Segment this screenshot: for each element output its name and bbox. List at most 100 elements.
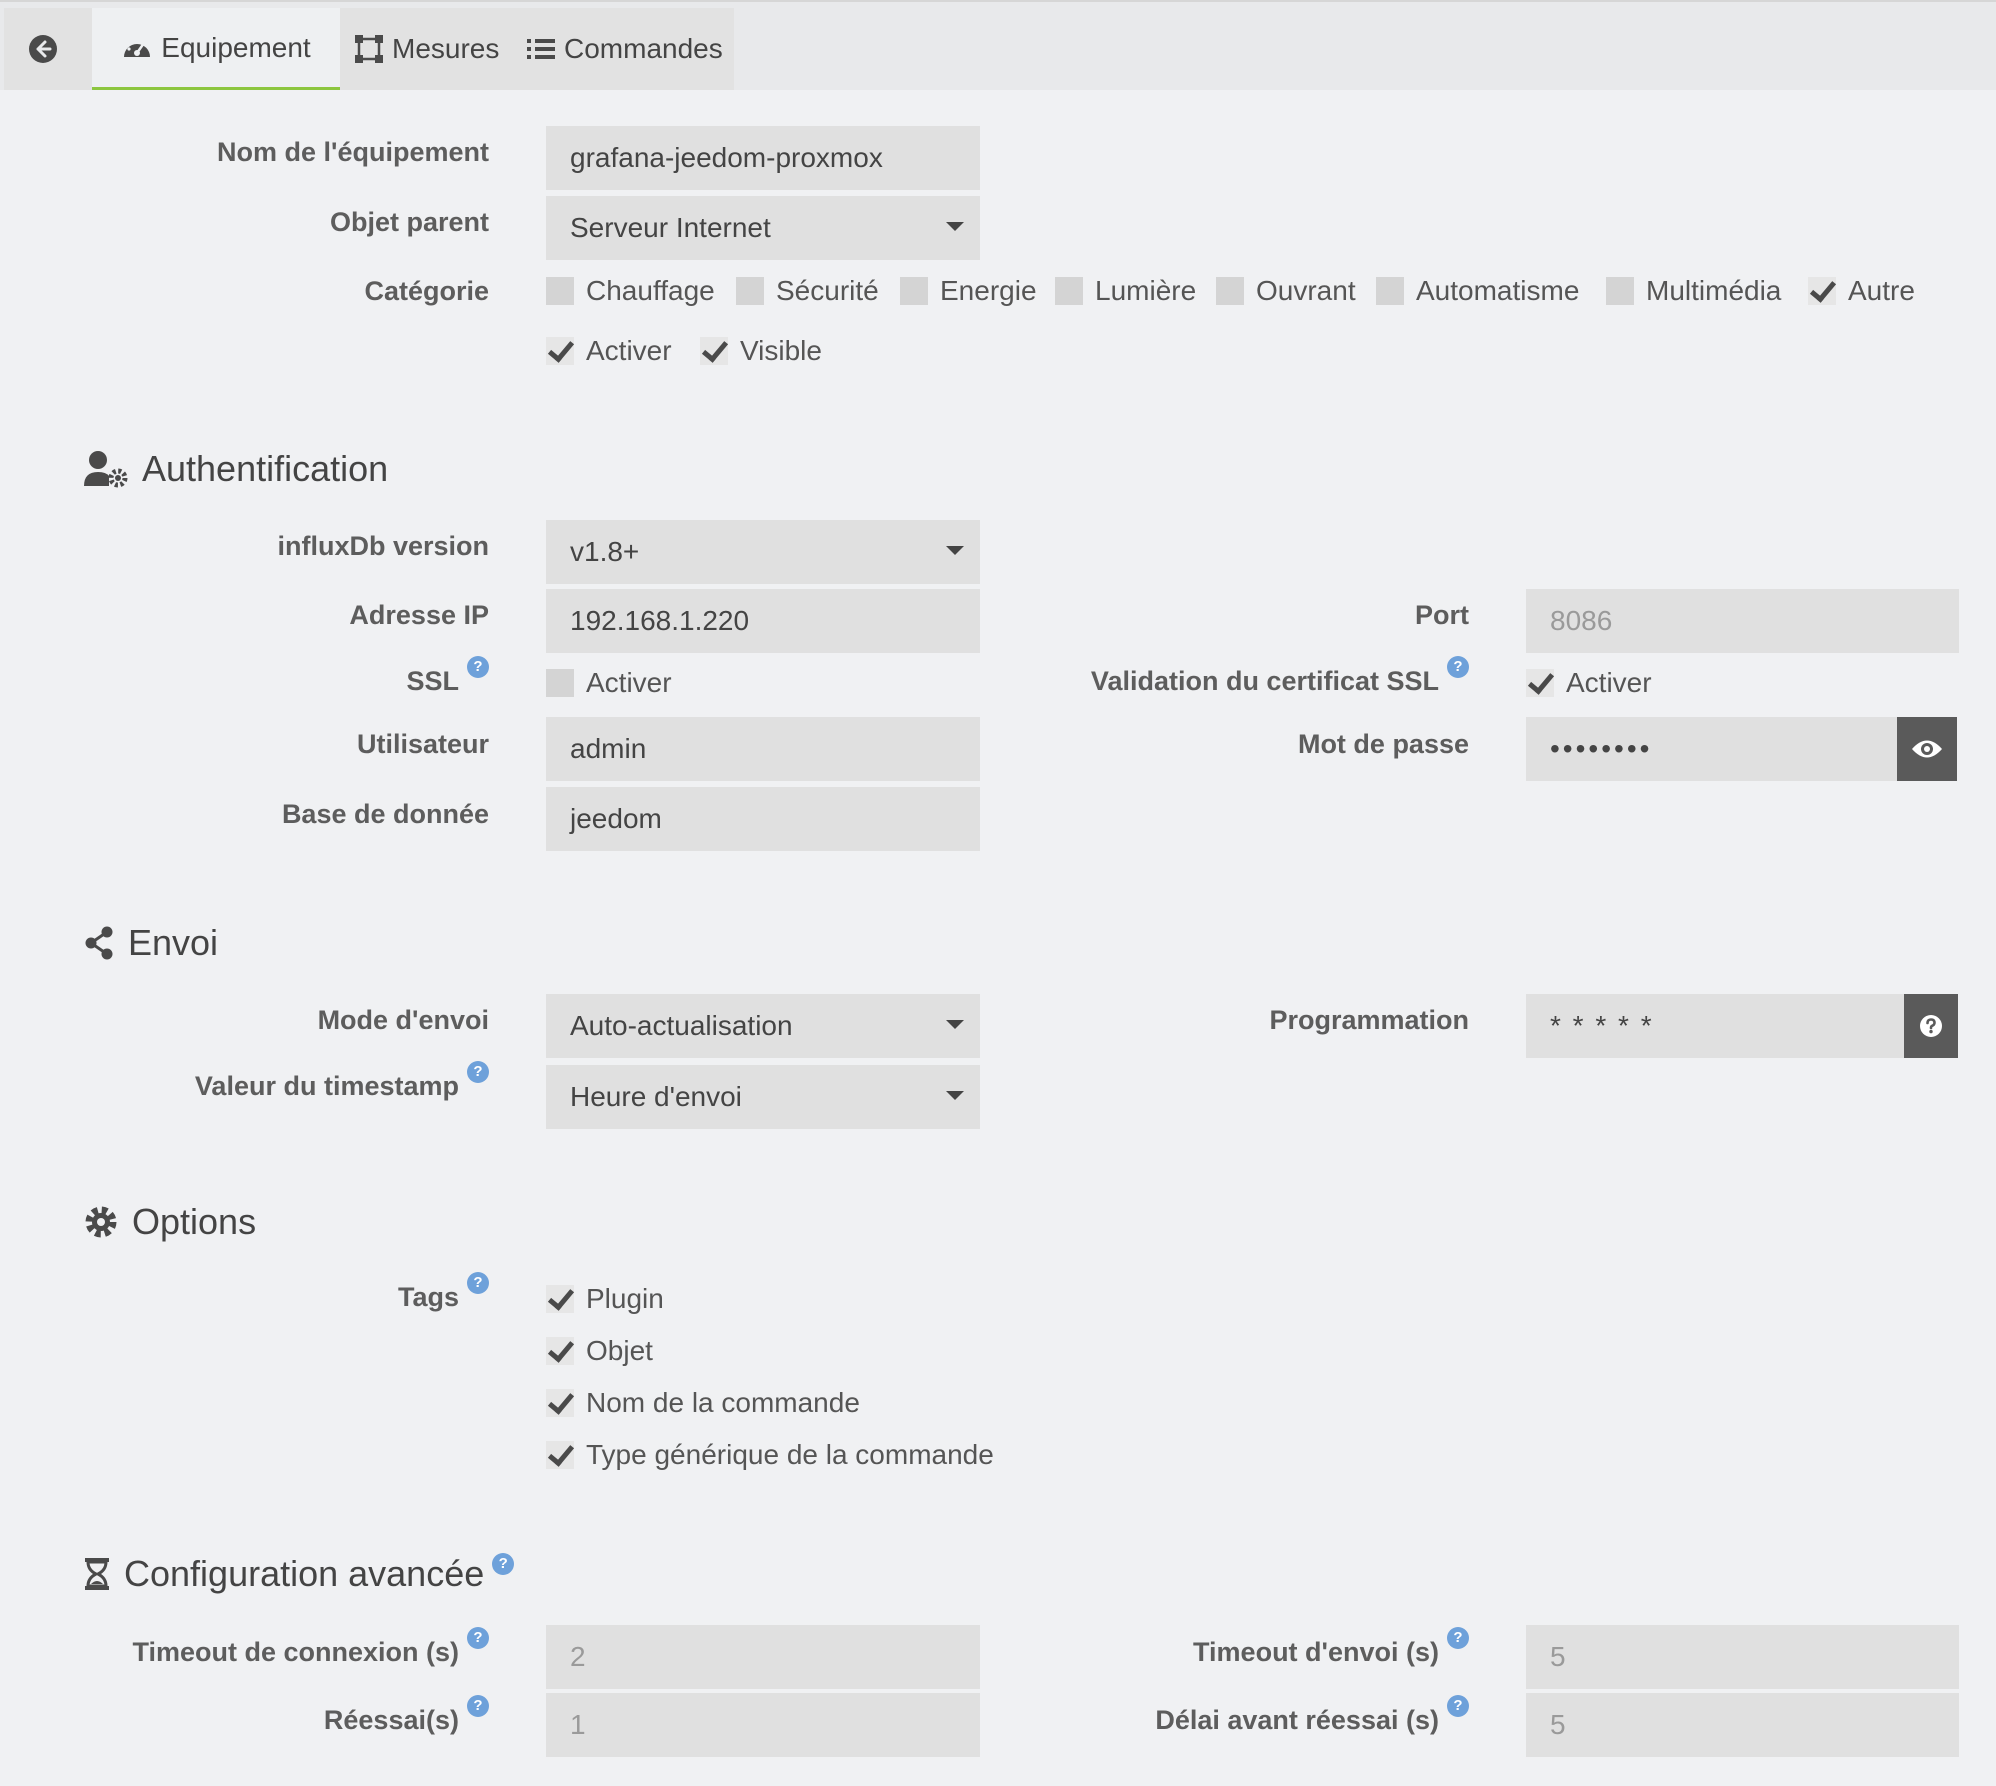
show-password-button[interactable] (1897, 717, 1957, 781)
category-autre-checkbox[interactable]: Autre (1808, 275, 1915, 307)
timeout-connection-value: 2 (570, 1641, 586, 1672)
category-securite-checkbox[interactable]: Sécurité (736, 275, 879, 307)
timeout-send-label: Timeout d'envoi (s) (1193, 1637, 1439, 1667)
timeout-send-value: 5 (1550, 1641, 1566, 1672)
ssl-activer-label: Activer (586, 667, 672, 698)
ssl-activer-checkbox[interactable]: Activer (546, 667, 672, 699)
section-authentification: Authentification (84, 448, 388, 490)
retry-input[interactable]: 1 (546, 1693, 980, 1757)
ssl-cert-activer-checkbox[interactable]: Activer (1526, 667, 1652, 699)
influxdb-version-select[interactable]: v1.8+ (546, 520, 980, 584)
category-ouvrant-checkbox[interactable]: Ouvrant (1216, 275, 1356, 307)
checkbox-box (546, 669, 574, 697)
category-multimedia-label: Multimédia (1646, 275, 1782, 306)
send-mode-select[interactable]: Auto-actualisation (546, 994, 980, 1058)
checkbox-box (1055, 277, 1083, 305)
question-circle-icon (1920, 1015, 1942, 1037)
hourglass-icon (85, 1558, 109, 1590)
retry-label: Réessai(s) (323, 1705, 459, 1735)
checkbox-box (1376, 277, 1404, 305)
help-icon[interactable]: ? (1447, 656, 1469, 678)
cog-icon (85, 1206, 117, 1238)
ip-address-input[interactable]: 192.168.1.220 (546, 589, 980, 653)
caret-down-icon (946, 222, 964, 231)
tab-equipement-label: Equipement (161, 31, 311, 63)
tab-commandes-label: Commandes (564, 33, 723, 64)
ssl-label: SSL (406, 666, 459, 696)
help-icon[interactable]: ? (1447, 1695, 1469, 1717)
back-button[interactable] (4, 8, 90, 90)
tag-objet-checkbox[interactable]: Objet (546, 1335, 653, 1367)
help-icon[interactable]: ? (467, 1627, 489, 1649)
tag-plugin-checkbox[interactable]: Plugin (546, 1283, 664, 1315)
share-alt-icon (85, 926, 113, 960)
retry-delay-input[interactable]: 5 (1526, 1693, 1959, 1757)
retry-value: 1 (570, 1709, 586, 1740)
port-label: Port (1415, 600, 1469, 630)
programmation-help-button[interactable] (1904, 994, 1958, 1058)
influxdb-version-label: influxDb version (277, 531, 489, 561)
section-options-title: Options (132, 1201, 257, 1242)
parent-object-select[interactable]: Serveur Internet (546, 196, 980, 260)
tag-objet-label: Objet (586, 1335, 653, 1366)
parent-object-value: Serveur Internet (570, 212, 771, 243)
checkbox-box-checked (546, 1389, 574, 1417)
category-multimedia-checkbox[interactable]: Multimédia (1606, 275, 1781, 307)
category-lumiere-label: Lumière (1095, 275, 1197, 306)
timeout-send-input[interactable]: 5 (1526, 1625, 1959, 1689)
port-value: 8086 (1550, 605, 1613, 636)
timestamp-select[interactable]: Heure d'envoi (546, 1065, 980, 1129)
ssl-label-group: SSL? (406, 656, 489, 697)
checkbox-box (1216, 277, 1244, 305)
category-automatisme-checkbox[interactable]: Automatisme (1376, 275, 1579, 307)
database-label: Base de donnée (281, 799, 489, 829)
section-advanced: Configuration avancée ? (84, 1553, 515, 1595)
programmation-input[interactable]: * * * * * (1526, 994, 1904, 1058)
category-lumiere-checkbox[interactable]: Lumière (1055, 275, 1196, 307)
retry-delay-label: Délai avant réessai (s) (1155, 1705, 1439, 1735)
help-icon[interactable]: ? (467, 656, 489, 678)
equipment-name-input[interactable]: grafana-jeedom-proxmox (546, 126, 980, 190)
help-icon[interactable]: ? (467, 1272, 489, 1294)
timestamp-value: Heure d'envoi (570, 1081, 742, 1112)
timeout-connection-label-group: Timeout de connexion (s)? (132, 1627, 489, 1668)
timeout-connection-input[interactable]: 2 (546, 1625, 980, 1689)
database-value: jeedom (570, 803, 662, 834)
category-securite-label: Sécurité (776, 275, 879, 306)
user-input[interactable]: admin (546, 717, 980, 781)
category-energie-label: Energie (940, 275, 1037, 306)
activer-checkbox[interactable]: Activer (546, 335, 672, 367)
influxdb-version-value: v1.8+ (570, 536, 640, 567)
activer-label: Activer (586, 335, 672, 366)
ip-address-value: 192.168.1.220 (570, 605, 750, 636)
programmation-value: * * * * * (1550, 1010, 1654, 1041)
port-input[interactable]: 8086 (1526, 589, 1959, 653)
tag-command-name-checkbox[interactable]: Nom de la commande (546, 1387, 860, 1419)
user-cog-icon (84, 451, 128, 488)
help-icon[interactable]: ? (467, 1061, 489, 1083)
equipment-name-label: Nom de l'équipement (217, 137, 489, 167)
tags-label-group: Tags? (398, 1272, 489, 1313)
tab-mesures[interactable]: Mesures (352, 8, 512, 90)
visible-checkbox[interactable]: Visible (700, 335, 822, 367)
category-autre-label: Autre (1848, 275, 1915, 306)
password-input[interactable]: •••••••• (1526, 717, 1897, 781)
checkbox-box (900, 277, 928, 305)
category-energie-checkbox[interactable]: Energie (900, 275, 1037, 307)
tab-bar: Equipement Mesures Commandes (0, 0, 1996, 90)
checkbox-box-checked (546, 1337, 574, 1365)
help-icon[interactable]: ? (467, 1695, 489, 1717)
ip-address-label: Adresse IP (349, 600, 489, 630)
timeout-send-label-group: Timeout d'envoi (s)? (1193, 1627, 1469, 1668)
category-chauffage-checkbox[interactable]: Chauffage (546, 275, 715, 307)
category-label: Catégorie (364, 276, 489, 306)
tab-commandes[interactable]: Commandes (524, 8, 734, 90)
user-value: admin (570, 733, 647, 764)
tab-equipement[interactable]: Equipement (92, 8, 340, 90)
password-value: •••••••• (1550, 733, 1653, 764)
database-input[interactable]: jeedom (546, 787, 980, 851)
tag-generic-type-checkbox[interactable]: Type générique de la commande (546, 1439, 994, 1471)
help-icon[interactable]: ? (492, 1553, 515, 1575)
timestamp-label-group: Valeur du timestamp? (195, 1061, 489, 1102)
help-icon[interactable]: ? (1447, 1627, 1469, 1649)
